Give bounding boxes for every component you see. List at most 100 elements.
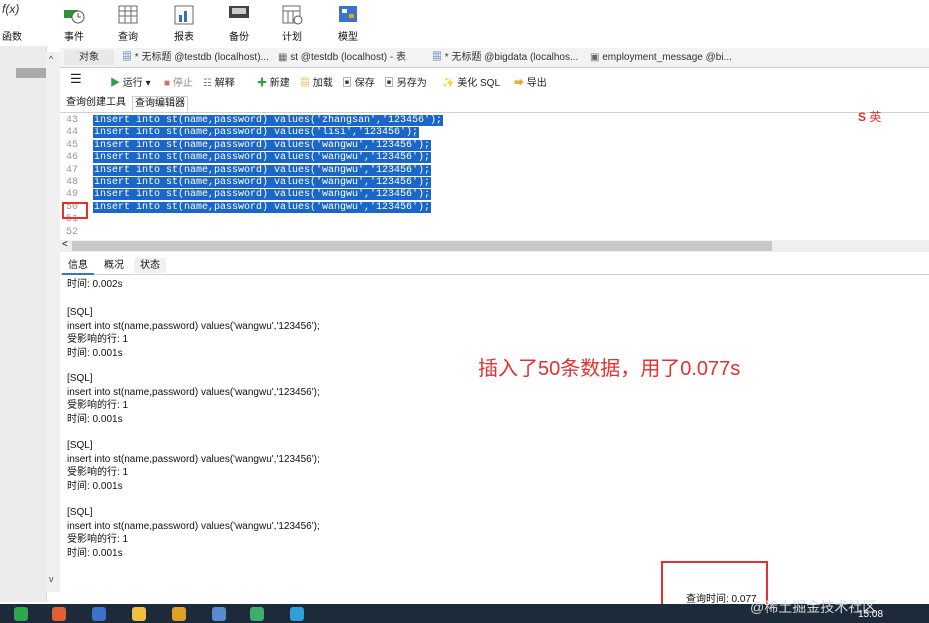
scroll-up-icon[interactable]: ^ (49, 54, 53, 64)
tab-profile[interactable]: 概况 (98, 258, 130, 273)
taskbar-clock[interactable]: 15:08 (858, 609, 883, 620)
table-tab-icon: ▦ (278, 52, 288, 63)
tab-untitled-bigdata-label: * 无标题 @bigdata (localhos... (444, 52, 579, 63)
code-line[interactable]: insert into st(name,password) values('wa… (93, 201, 432, 213)
tab-untitled-testdb[interactable]: ▦ * 无标题 @testdb (localhost)... (122, 50, 269, 65)
ribbon-backup-button[interactable]: 备份 (217, 4, 261, 43)
stop-button[interactable]: ■ 停止 (164, 74, 193, 89)
line-number: 46 (66, 152, 79, 164)
sogou-icon: S (858, 110, 867, 124)
function-icon[interactable]: f(x) (2, 2, 19, 16)
new-button[interactable]: ✚ 新建 (257, 74, 290, 89)
taskbar-app-icon[interactable] (92, 607, 106, 621)
line-number: 44 (66, 127, 79, 139)
result-tabs: 信息 概况 状态 (60, 256, 929, 275)
message-sql: insert into st(name,password) values('wa… (67, 453, 320, 465)
tab-info-label: 信息 (68, 260, 88, 271)
query-time-status: 查询时间: 0.077 (686, 590, 757, 605)
line-number: 43 (66, 115, 79, 126)
ribbon-schedule-button[interactable]: 计划 (270, 4, 314, 43)
code-line[interactable]: insert into st(name,password) values('wa… (93, 152, 432, 164)
tab-query-builder[interactable]: 查询创建工具 (64, 96, 128, 110)
save-as-button[interactable]: ▣ 另存为 (384, 74, 427, 89)
schedule-icon (282, 5, 303, 25)
query-table-icon (118, 5, 138, 24)
new-icon: ✚ (257, 78, 267, 89)
line-number: 48 (66, 177, 79, 188)
report-icon (174, 5, 194, 25)
message-time: 时间: 0.002s (67, 279, 123, 290)
menu-icon[interactable]: ☰ (70, 71, 82, 87)
view-tab-icon: ▣ (590, 52, 600, 63)
scroll-down-icon[interactable]: v (49, 574, 54, 584)
taskbar-app-icon[interactable] (14, 607, 28, 621)
message-affected: 受影响的行: 1 (67, 334, 129, 345)
save-label: 保存 (354, 78, 375, 89)
beautify-sql-button[interactable]: ✨ 美化 SQL (442, 74, 500, 89)
explain-button[interactable]: ☷ 解释 (203, 74, 235, 89)
code-line[interactable]: insert into st(name,password) values('li… (93, 127, 420, 139)
folder-icon: ▦ (300, 78, 310, 89)
ribbon-model-label: 模型 (338, 32, 358, 43)
export-label: 导出 (526, 78, 547, 89)
tab-employment-message[interactable]: ▣ employment_message @bi... (590, 50, 732, 65)
object-tree-pane[interactable] (0, 46, 47, 602)
load-button[interactable]: ▦ 加载 (300, 74, 333, 89)
ribbon-event-button[interactable]: 事件 (52, 4, 96, 43)
run-button[interactable]: ▶ 运行 ▾ (110, 74, 151, 89)
sql-editor[interactable]: 43 insert into st(name,password) values('… (60, 113, 929, 241)
save-icon: ▣ (342, 78, 352, 89)
message-affected: 受影响的行: 1 (67, 467, 129, 478)
message-time: 时间: 0.001s (67, 347, 123, 359)
taskbar-app-icon[interactable] (172, 607, 186, 621)
beautify-sql-label: 美化 SQL (457, 78, 501, 89)
tab-untitled-bigdata[interactable]: ▦ * 无标题 @bigdata (localhos... (432, 50, 578, 65)
tab-query-editor[interactable]: 查询编辑器 (132, 96, 188, 111)
line-50-highlight-box (62, 202, 88, 219)
code-line[interactable]: insert into st(name,password) values('wa… (93, 189, 432, 201)
tab-info[interactable]: 信息 (62, 258, 94, 275)
tab-status-label: 状态 (140, 260, 160, 271)
export-icon: ➡ (514, 78, 524, 89)
ribbon-report-button[interactable]: 报表 (162, 4, 206, 43)
taskbar-app-icon[interactable] (290, 607, 304, 621)
tree-selection-bar[interactable] (16, 68, 46, 78)
horizontal-scroll-thumb[interactable] (72, 241, 772, 251)
code-line[interactable]: insert into st(name,password) values('wa… (93, 139, 432, 151)
save-button[interactable]: ▣ 保存 (342, 74, 375, 89)
message-block: [SQL] insert into st(name,password) value… (67, 372, 320, 426)
ribbon-model-button[interactable]: 模型 (326, 4, 370, 43)
line-number: 47 (66, 164, 79, 176)
ribbon-functions-label: 函数 (2, 32, 22, 43)
vertical-scrollbar[interactable]: ^ v (46, 52, 60, 592)
ribbon-query-button[interactable]: 查询 (106, 4, 150, 43)
line-number: 52 (66, 226, 79, 238)
export-button[interactable]: ➡ 导出 (514, 74, 547, 89)
ribbon-report-label: 报表 (174, 32, 194, 43)
line-number: 45 (66, 139, 79, 151)
code-line[interactable]: insert into st(name,password) values('wa… (93, 164, 432, 176)
code-line[interactable]: insert into st(name,password) values('wa… (93, 177, 432, 188)
scroll-left-icon[interactable]: < (62, 239, 68, 250)
save-as-label: 另存为 (396, 78, 427, 89)
ribbon-event-label: 事件 (64, 32, 84, 43)
tab-untitled-testdb-label: * 无标题 @testdb (localhost)... (134, 52, 269, 63)
taskbar-app-icon[interactable] (212, 607, 226, 621)
taskbar-app-icon[interactable] (52, 607, 66, 621)
tab-st-table[interactable]: ▦ st @testdb (localhost) - 表 (278, 50, 406, 65)
editor-mode-tabs: 查询创建工具 查询编辑器 (60, 94, 929, 113)
code-line[interactable]: insert into st(name,password) values('zh… (93, 115, 444, 126)
load-label: 加载 (312, 78, 333, 89)
explain-icon: ☷ (203, 78, 212, 89)
taskbar-app-icon[interactable] (250, 607, 264, 621)
ribbon-schedule-label: 计划 (282, 32, 302, 43)
message-time: 时间: 0.001s (67, 413, 123, 425)
message-tag: [SQL] (67, 307, 93, 318)
tab-status[interactable]: 状态 (134, 258, 166, 273)
taskbar-folder-icon[interactable] (132, 607, 146, 621)
ribbon-toolbar: f(x) 函数 事件 查询 报表 备份 计划 模型 (0, 0, 929, 46)
ime-indicator[interactable]: S 英 (858, 108, 881, 125)
run-label: 运行 (122, 78, 143, 89)
message-time: 时间: 0.001s (67, 480, 123, 492)
tab-objects[interactable]: 对象 (64, 50, 114, 65)
